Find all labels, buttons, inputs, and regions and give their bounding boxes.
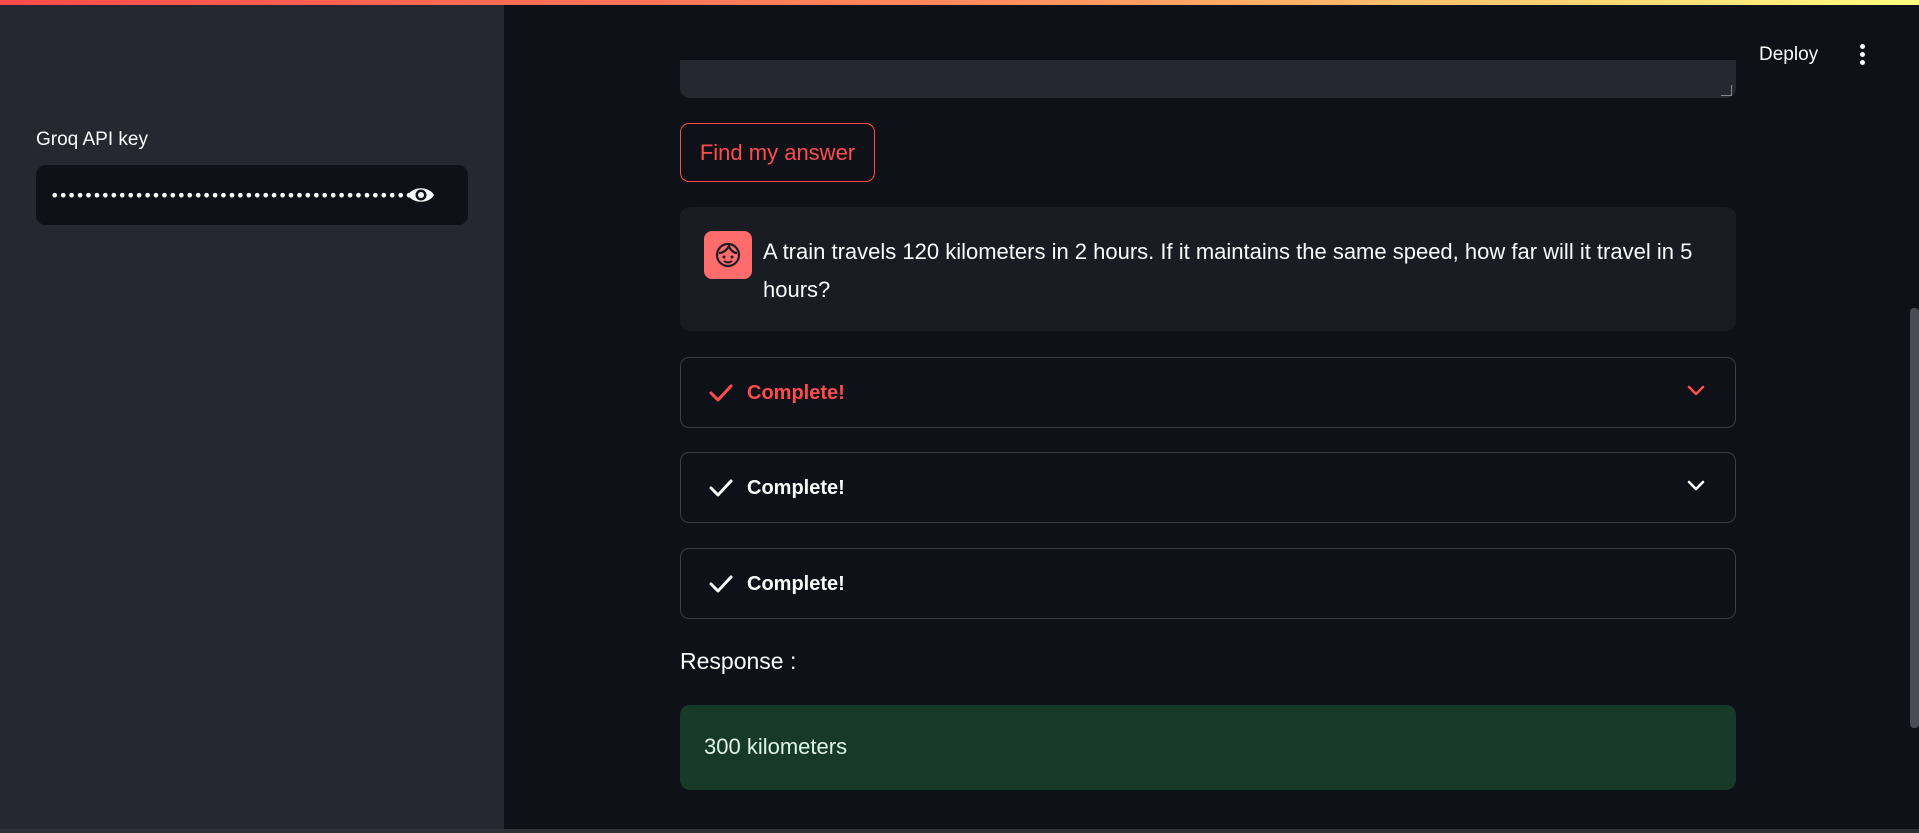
expander-label: Complete! bbox=[747, 382, 845, 404]
question-text: A train travels 120 kilometers in 2 hour… bbox=[763, 239, 1693, 302]
check-icon bbox=[709, 382, 733, 404]
expander-label: Complete! bbox=[747, 573, 845, 595]
expander-label: Complete! bbox=[747, 477, 845, 499]
sidebar: Groq API key •••••••••••••••••••••••••••… bbox=[0, 0, 504, 833]
deploy-button[interactable]: Deploy bbox=[1759, 44, 1818, 66]
api-key-value[interactable]: ••••••••••••••••••••••••••••••••••••••••… bbox=[50, 186, 418, 205]
chevron-down-icon[interactable] bbox=[1685, 382, 1707, 400]
top-decoration-stripe bbox=[0, 0, 1919, 5]
bottom-border bbox=[0, 829, 1919, 833]
resize-handle-icon[interactable] bbox=[1721, 85, 1732, 96]
status-box: Complete! bbox=[680, 548, 1736, 619]
chevron-down-icon[interactable] bbox=[1685, 477, 1707, 495]
response-label: Response : bbox=[680, 648, 797, 674]
kebab-menu-icon[interactable] bbox=[1856, 44, 1868, 70]
response-value: 300 kilometers bbox=[704, 734, 848, 759]
check-icon bbox=[709, 477, 733, 499]
scrollbar[interactable] bbox=[1910, 308, 1919, 728]
chat-message: A train travels 120 kilometers in 2 hour… bbox=[680, 207, 1736, 331]
user-face-icon bbox=[704, 231, 752, 279]
status-expander[interactable]: Complete! bbox=[680, 452, 1736, 523]
eye-icon[interactable] bbox=[406, 183, 436, 207]
response-box: 300 kilometers bbox=[680, 705, 1736, 790]
api-key-label: Groq API key bbox=[36, 129, 148, 150]
status-expander[interactable]: Complete! bbox=[680, 357, 1736, 428]
api-key-input[interactable]: ••••••••••••••••••••••••••••••••••••••••… bbox=[36, 165, 468, 225]
find-answer-button[interactable]: Find my answer bbox=[680, 123, 875, 182]
check-icon bbox=[709, 573, 733, 595]
question-textarea[interactable] bbox=[680, 60, 1736, 98]
